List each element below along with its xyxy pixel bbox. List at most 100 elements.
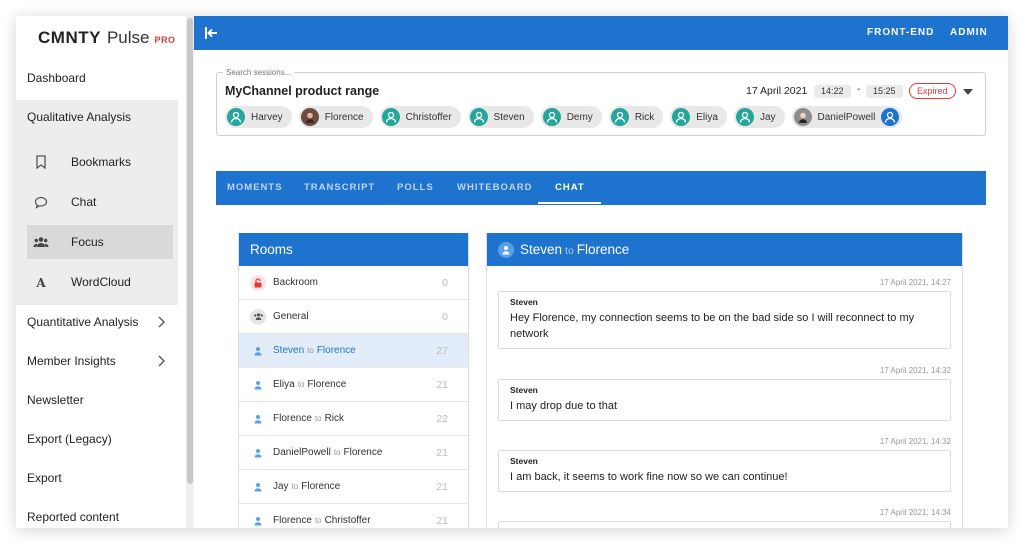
room-item[interactable]: Florence to Rick 22 — [239, 402, 468, 436]
participant-chip[interactable]: Steven — [467, 106, 534, 128]
room-message-count: 0 — [442, 276, 448, 289]
room-from: Eliya — [273, 379, 295, 390]
tab-whiteboard[interactable]: WHITEBOARD — [457, 171, 532, 205]
room-item[interactable]: General 0 — [239, 300, 468, 334]
person-icon — [250, 411, 266, 427]
admin-link[interactable]: ADMIN — [950, 27, 988, 38]
room-to: Florence — [316, 345, 356, 356]
sidebar-item-label: Reported content — [27, 510, 120, 524]
chat-message: Steven I am back, it seems to work fine … — [498, 450, 951, 492]
logo[interactable]: CMNTY Pulse PRO — [38, 28, 176, 48]
room-message-count: 27 — [436, 344, 448, 357]
room-from: Steven — [273, 345, 305, 356]
session-end-time: 15:25 — [866, 85, 903, 98]
participant-chip[interactable]: Jay — [733, 106, 785, 128]
room-item[interactable]: DanielPowell to Florence 21 — [239, 436, 468, 470]
session-title: MyChannel product range — [225, 84, 380, 98]
message-author: Steven — [510, 456, 538, 466]
participant-chip[interactable]: Florence — [298, 106, 373, 128]
sidebar-subitem-label: Bookmarks — [71, 155, 132, 169]
collapse-sidebar-icon[interactable] — [204, 26, 218, 40]
tab-chat[interactable]: CHAT — [555, 171, 585, 205]
person-avatar-icon — [672, 108, 691, 126]
room-to-word: to — [297, 380, 305, 389]
group-icon — [33, 234, 49, 250]
room-item[interactable]: Eliya to Florence 21 — [239, 368, 468, 402]
sidebar-item-newsletter[interactable]: Newsletter — [16, 381, 178, 419]
participant-name: Demy — [566, 111, 593, 123]
room-message-count: 21 — [436, 480, 448, 493]
dropdown-arrow-icon[interactable] — [963, 89, 973, 95]
app-window: CMNTY Pulse PRO Dashboard Qualitative An… — [16, 16, 1008, 528]
room-item[interactable]: Backroom 0 — [239, 266, 468, 300]
front-end-link[interactable]: FRONT-END — [867, 27, 934, 38]
room-message-count: 21 — [436, 514, 448, 527]
sidebar-subitem-wordcloud[interactable]: A WordCloud — [27, 265, 173, 299]
logo-tier-badge: PRO — [154, 35, 176, 45]
sidebar-subitem-label: WordCloud — [71, 275, 131, 289]
message-timestamp: 17 April 2021, 14:34 — [879, 508, 951, 517]
room-message-count: 22 — [436, 412, 448, 425]
sidebar-subitem-focus[interactable]: Focus — [27, 225, 173, 259]
logo-product: Pulse — [106, 28, 150, 47]
moderator-person-icon — [881, 108, 900, 126]
sidebar-item-reported-content[interactable]: Reported content — [16, 498, 178, 528]
room-item[interactable]: Florence to Christoffer 21 — [239, 504, 468, 528]
room-to-word: to — [307, 346, 314, 355]
participant-name: Rick — [634, 111, 655, 123]
sidebar: CMNTY Pulse PRO Dashboard Qualitative An… — [16, 16, 194, 528]
sidebar-scrollbar[interactable] — [186, 16, 194, 528]
chat-from: Steven — [520, 242, 563, 257]
tab-polls[interactable]: POLLS — [397, 171, 434, 205]
logo-brand: CMNTY — [38, 28, 101, 47]
chat-header: Steven to Florence — [487, 233, 962, 266]
room-to: Christoffer — [324, 515, 371, 526]
participant-chip[interactable]: DanielPowell — [791, 106, 903, 128]
sidebar-item-label: Export (Legacy) — [27, 432, 112, 446]
sidebar-item-export[interactable]: Export — [16, 459, 178, 497]
person-icon — [250, 377, 266, 393]
room-from: Jay — [273, 481, 289, 492]
room-item[interactable]: Steven to Florence 27 — [239, 334, 468, 368]
room-to: Florence — [307, 379, 347, 390]
session-selector[interactable]: Search sessions... MyChannel product ran… — [216, 68, 986, 136]
participant-chip[interactable]: Christoffer — [379, 106, 461, 128]
top-bar: FRONT-END ADMIN — [194, 16, 1008, 50]
room-message-count: 21 — [436, 378, 448, 391]
participant-chip[interactable]: Eliya — [670, 106, 727, 128]
message-text: I may drop due to that — [510, 400, 618, 412]
room-to: Florence — [343, 447, 383, 458]
sidebar-item-member-insights[interactable]: Member Insights — [16, 342, 178, 380]
message-text: Hey Florence, my connection seems to be … — [510, 312, 915, 340]
session-search-label: Search sessions... — [223, 68, 295, 77]
person-avatar-icon — [542, 108, 561, 126]
sidebar-subitem-bookmarks[interactable]: Bookmarks — [27, 145, 173, 179]
rooms-panel: Rooms Backroom 0 General 0 Steven to Flo… — [238, 233, 469, 528]
room-item[interactable]: Jay to Florence 21 — [239, 470, 468, 504]
person-avatar-icon — [469, 108, 488, 126]
sidebar-item-label: Newsletter — [27, 393, 84, 407]
participant-chip[interactable]: Harvey — [225, 106, 292, 128]
message-author: Steven — [510, 385, 538, 395]
participant-name: DanielPowell — [817, 111, 876, 123]
user-photo-avatar — [793, 108, 812, 126]
sidebar-item-quantitative-analysis[interactable]: Quantitative Analysis — [16, 303, 178, 341]
participant-chip[interactable]: Rick — [608, 106, 664, 128]
person-icon — [498, 242, 514, 258]
tab-transcript[interactable]: TRANSCRIPT — [304, 171, 375, 205]
sidebar-item-qualitative-analysis[interactable]: Qualitative Analysis — [16, 98, 178, 136]
sidebar-subitem-chat[interactable]: Chat — [27, 185, 173, 219]
room-to-word: to — [314, 414, 322, 423]
chat-message — [498, 521, 951, 528]
participant-chip[interactable]: Demy — [540, 106, 602, 128]
message-timestamp: 17 April 2021, 14:32 — [879, 437, 951, 446]
scrollbar-thumb[interactable] — [187, 18, 193, 484]
status-badge: Expired — [909, 83, 956, 99]
svg-text:A: A — [35, 276, 46, 288]
sidebar-item-export-legacy[interactable]: Export (Legacy) — [16, 420, 178, 458]
room-message-count: 0 — [442, 310, 448, 323]
sidebar-item-dashboard[interactable]: Dashboard — [16, 59, 178, 97]
message-timestamp: 17 April 2021, 14:32 — [879, 366, 951, 375]
message-author: Steven — [510, 297, 538, 307]
tab-moments[interactable]: MOMENTS — [227, 171, 283, 205]
